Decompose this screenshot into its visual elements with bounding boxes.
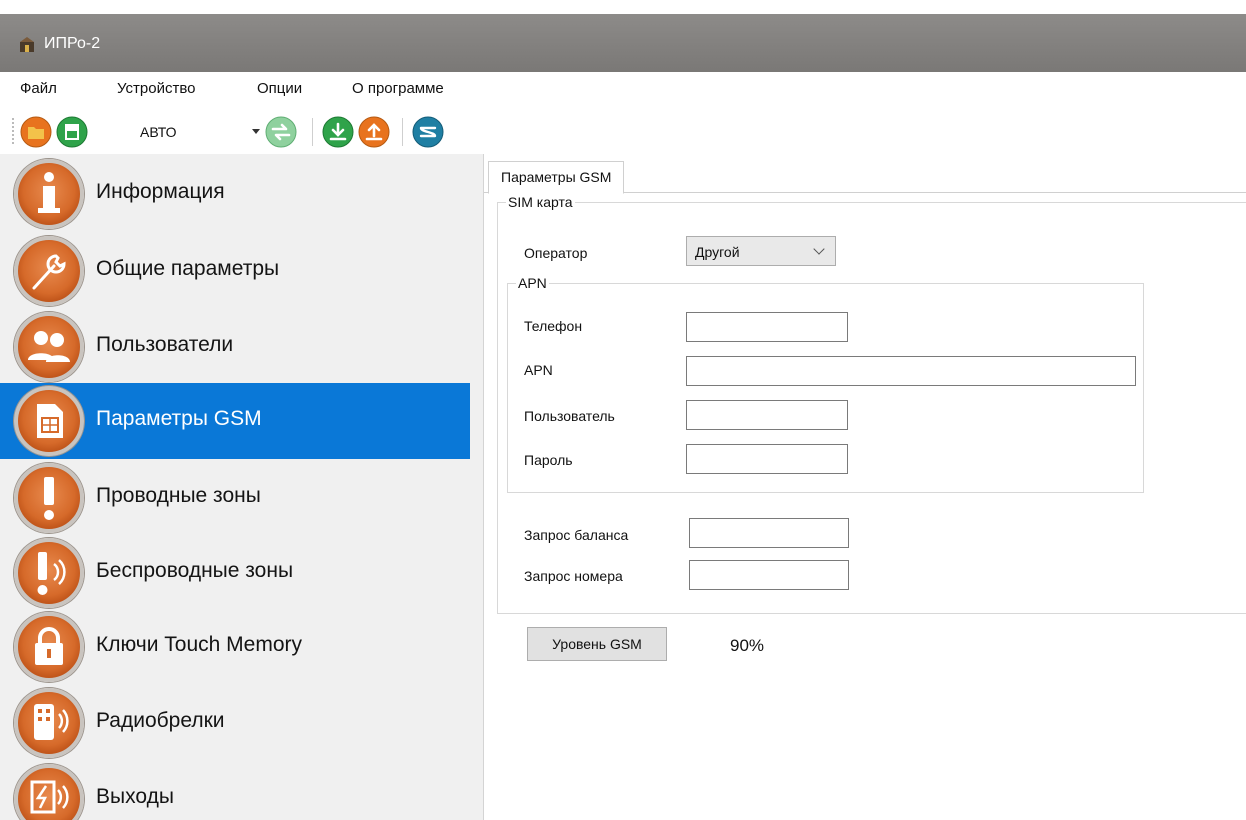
content-area: Параметры GSM SIM карта Оператор Другой … bbox=[484, 154, 1246, 820]
info-icon bbox=[14, 159, 84, 229]
sidebar-item-wireless-zones[interactable]: Беспроводные зоны bbox=[0, 535, 470, 611]
gsm-panel: SIM карта Оператор Другой APN Телефон AP… bbox=[484, 194, 1246, 820]
sidebar-item-label: Радиобрелки bbox=[96, 709, 225, 732]
wrench-icon bbox=[14, 236, 84, 306]
sidebar-item-label: Ключи Touch Memory bbox=[96, 633, 302, 656]
menu-bar: Файл Устройство Опции О программе bbox=[0, 72, 1246, 108]
toolbar-separator bbox=[312, 118, 313, 146]
title-bar: ИПРо-2 bbox=[0, 0, 1246, 72]
operator-value: Другой bbox=[695, 244, 740, 260]
toolbar-separator bbox=[402, 118, 403, 146]
user-label: Пользователь bbox=[524, 408, 615, 424]
chevron-down-icon bbox=[813, 243, 825, 255]
toolbar-grip[interactable] bbox=[12, 118, 14, 144]
sidebar: Информация Общие параметры Пользователи … bbox=[0, 154, 484, 820]
upload-icon[interactable] bbox=[358, 116, 390, 148]
apn-label: APN bbox=[524, 362, 553, 378]
download-icon[interactable] bbox=[322, 116, 354, 148]
menu-about[interactable]: О программе bbox=[352, 80, 444, 97]
mode-combo-value: АВТО bbox=[140, 124, 177, 140]
lock-icon bbox=[14, 612, 84, 682]
toolbar: АВТО bbox=[0, 108, 1246, 154]
sidebar-item-label: Пользователи bbox=[96, 333, 234, 356]
sim-card-icon bbox=[14, 386, 84, 456]
sidebar-item-label: Информация bbox=[96, 180, 225, 203]
sim-card-legend: SIM карта bbox=[508, 194, 573, 210]
sidebar-item-users[interactable]: Пользователи bbox=[0, 309, 470, 385]
folder-open-icon[interactable] bbox=[20, 116, 52, 148]
balance-label: Запрос баланса bbox=[524, 527, 629, 543]
key-fob-icon bbox=[14, 688, 84, 758]
balance-field[interactable] bbox=[689, 518, 849, 548]
tab-strip: Параметры GSM bbox=[484, 161, 1246, 194]
password-label: Пароль bbox=[524, 452, 573, 468]
window-title: ИПРо-2 bbox=[44, 35, 101, 52]
sidebar-item-label: Беспроводные зоны bbox=[96, 559, 294, 582]
apn-field[interactable] bbox=[686, 356, 1136, 386]
swap-icon[interactable] bbox=[265, 116, 297, 148]
sidebar-item-label: Выходы bbox=[96, 785, 174, 808]
phone-label: Телефон bbox=[524, 318, 583, 334]
output-icon bbox=[14, 764, 84, 820]
gsm-level-button[interactable]: Уровень GSM bbox=[527, 627, 667, 661]
number-label: Запрос номера bbox=[524, 568, 623, 584]
operator-label: Оператор bbox=[524, 245, 588, 261]
app-icon bbox=[20, 37, 34, 52]
sidebar-item-general[interactable]: Общие параметры bbox=[0, 233, 470, 309]
users-icon bbox=[14, 312, 84, 382]
sidebar-item-label: Параметры GSM bbox=[96, 407, 262, 430]
chevron-down-icon bbox=[252, 129, 260, 134]
save-icon[interactable] bbox=[56, 116, 88, 148]
exclamation-icon bbox=[14, 463, 84, 533]
user-field[interactable] bbox=[686, 400, 848, 430]
number-field[interactable] bbox=[689, 560, 849, 590]
phone-field[interactable] bbox=[686, 312, 848, 342]
sidebar-item-touch-memory[interactable]: Ключи Touch Memory bbox=[0, 609, 470, 685]
connect-icon[interactable] bbox=[412, 116, 444, 148]
sidebar-item-label: Общие параметры bbox=[96, 257, 280, 280]
sidebar-item-info[interactable]: Информация bbox=[0, 156, 470, 232]
sidebar-item-label: Проводные зоны bbox=[96, 484, 261, 507]
menu-options[interactable]: Опции bbox=[257, 80, 302, 97]
menu-file[interactable]: Файл bbox=[20, 80, 57, 97]
operator-select[interactable]: Другой bbox=[686, 236, 836, 266]
apn-legend: APN bbox=[518, 275, 547, 291]
tab-gsm-params[interactable]: Параметры GSM bbox=[488, 161, 625, 194]
sidebar-item-key-fobs[interactable]: Радиобрелки bbox=[0, 685, 470, 761]
sidebar-item-gsm[interactable]: Параметры GSM bbox=[0, 383, 470, 459]
wireless-zone-icon bbox=[14, 538, 84, 608]
sidebar-item-wired-zones[interactable]: Проводные зоны bbox=[0, 460, 470, 536]
sidebar-item-outputs[interactable]: Выходы bbox=[0, 761, 470, 820]
menu-device[interactable]: Устройство bbox=[117, 80, 195, 97]
gsm-level-value: 90% bbox=[730, 636, 765, 655]
mode-combo[interactable]: АВТО bbox=[128, 119, 264, 145]
password-field[interactable] bbox=[686, 444, 848, 474]
